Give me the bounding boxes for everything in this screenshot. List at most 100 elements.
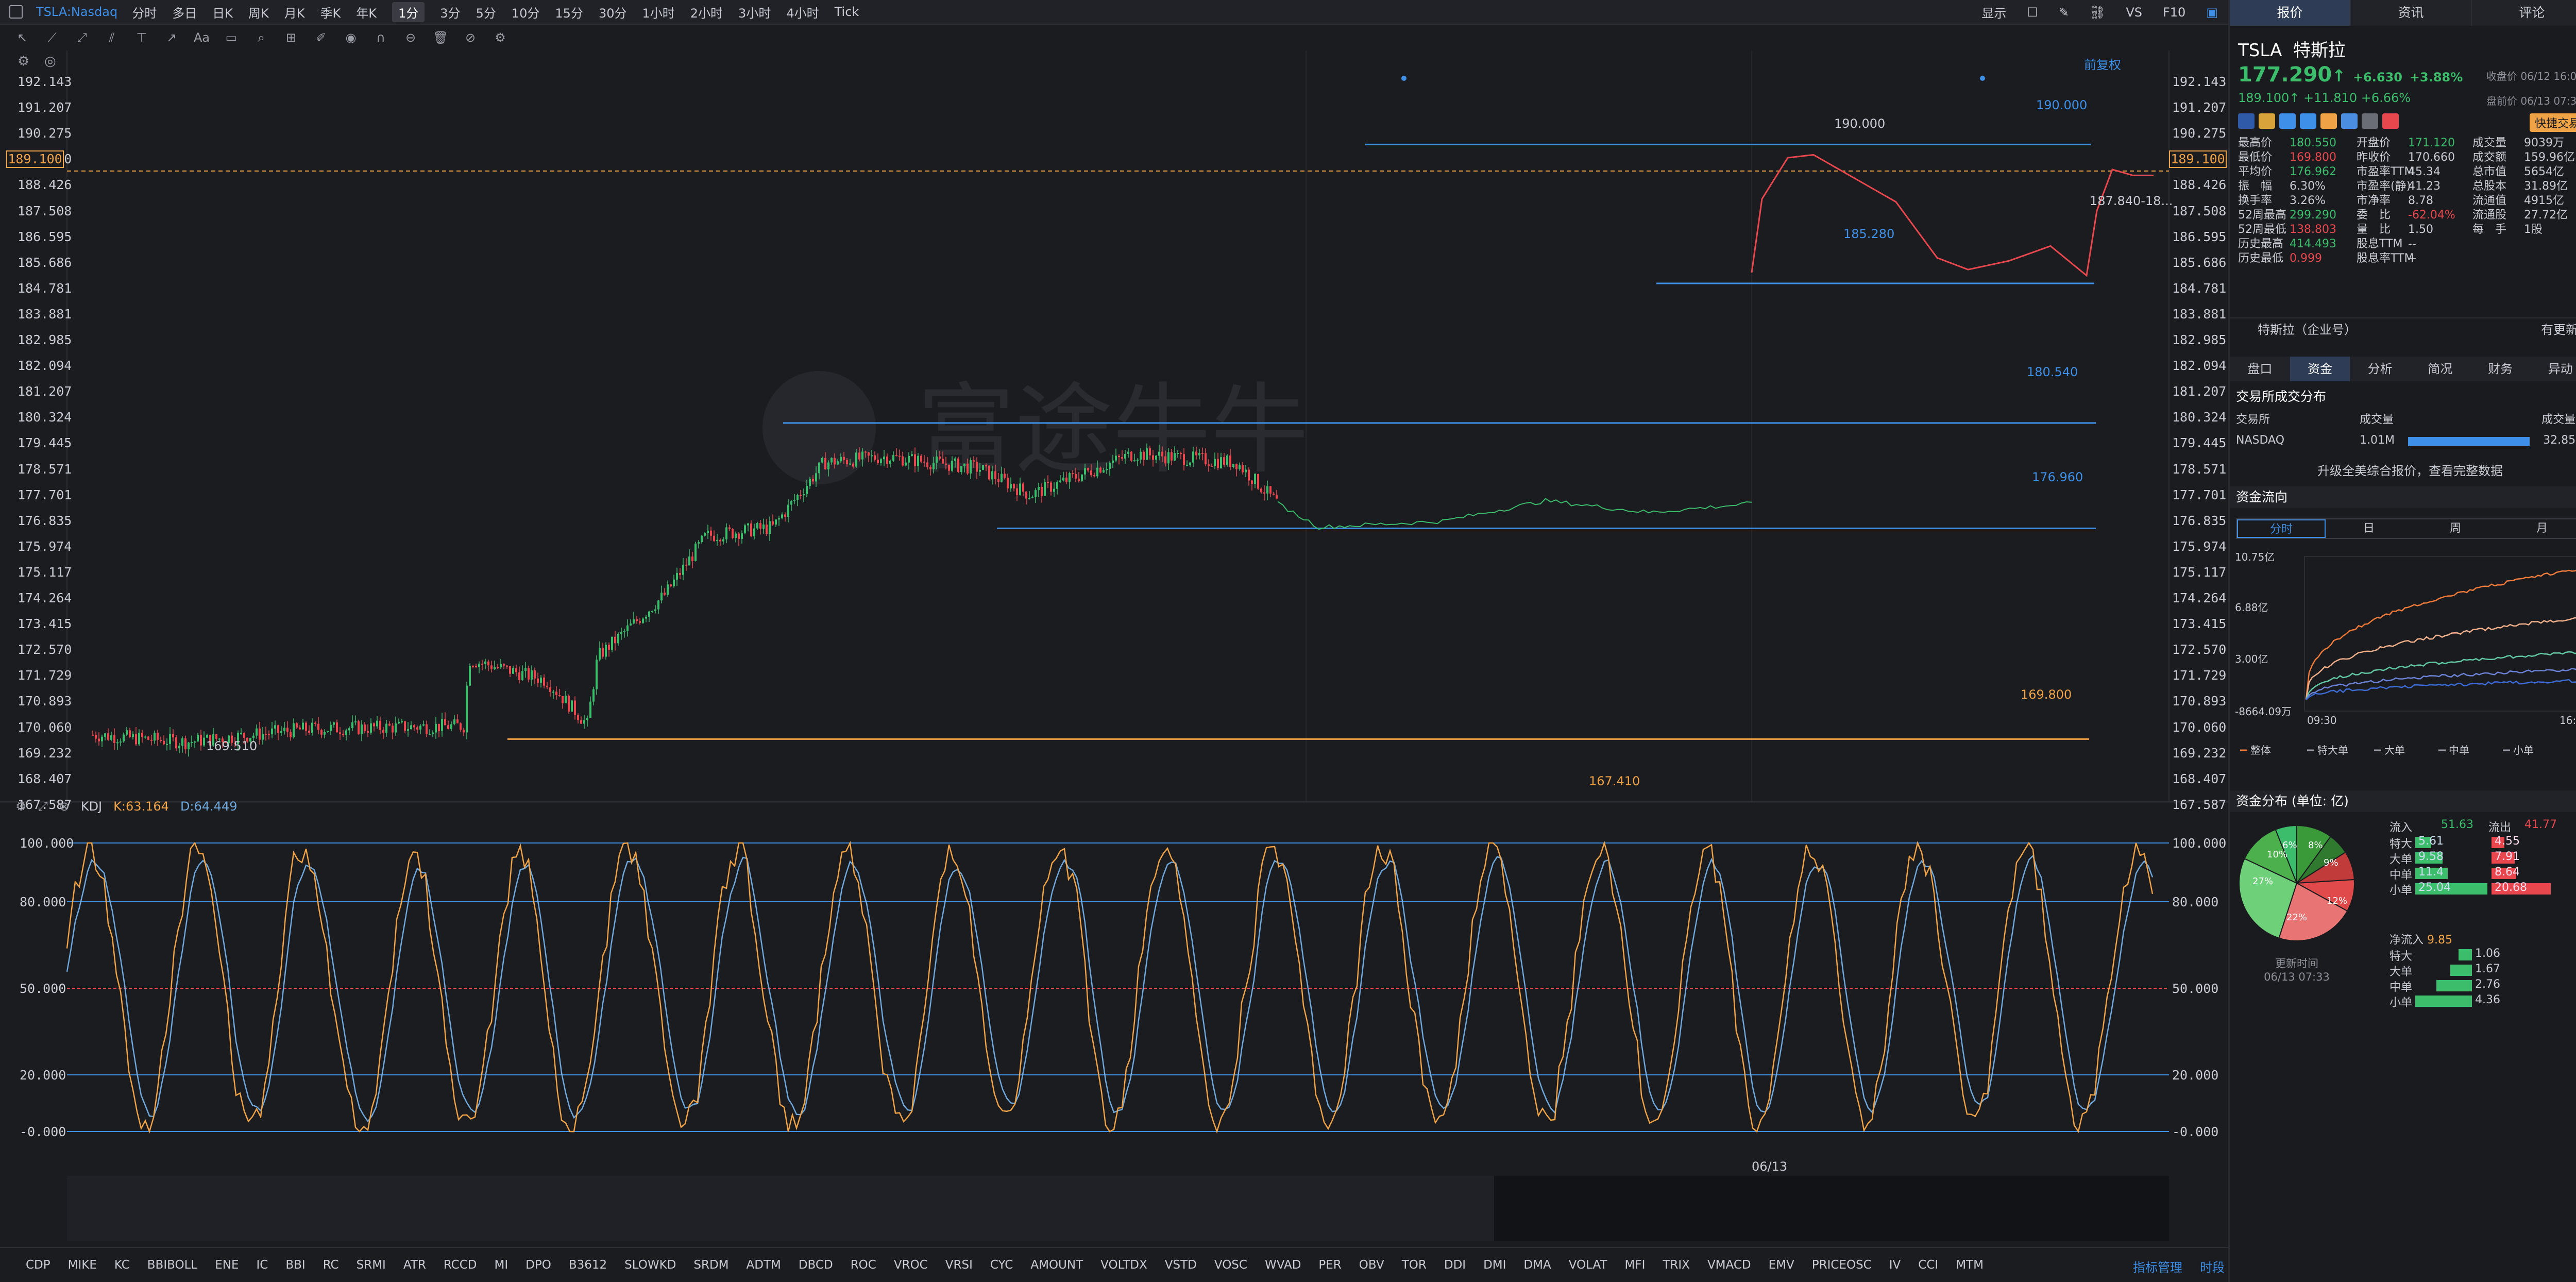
indicator-adtm[interactable]: ADTM (747, 1258, 781, 1272)
indicator-bbiboll[interactable]: BBIBOLL (147, 1258, 197, 1272)
flow-tab-day[interactable]: 日 (2326, 519, 2412, 538)
tf-fenshi[interactable]: 分时 (132, 3, 157, 21)
measure-icon[interactable]: ⊞ (283, 30, 299, 45)
indicator-cci[interactable]: CCI (1918, 1258, 1938, 1272)
indicator-amount[interactable]: AMOUNT (1030, 1258, 1083, 1272)
indicator-srdm[interactable]: SRDM (693, 1258, 728, 1272)
trend-tool-icon[interactable]: ⤢ (74, 30, 90, 45)
indicator-cyc[interactable]: CYC (990, 1258, 1013, 1272)
link-icon[interactable]: ⛓ (2090, 5, 2105, 20)
settings-icon[interactable]: ⚙ (493, 30, 508, 45)
indicator-per[interactable]: PER (1318, 1258, 1341, 1272)
vs-button[interactable]: VS (2126, 5, 2142, 20)
subtab-financials[interactable]: 财务 (2470, 357, 2531, 381)
tf-1min[interactable]: 1分 (392, 2, 425, 22)
indicator-ddi[interactable]: DDI (1444, 1258, 1466, 1272)
tf-5min[interactable]: 5分 (476, 3, 496, 21)
indicator-wvad[interactable]: WVAD (1265, 1258, 1301, 1272)
indicator-emv[interactable]: EMV (1769, 1258, 1794, 1272)
tf-15min[interactable]: 15分 (555, 3, 583, 21)
indicator-obv[interactable]: OBV (1359, 1258, 1384, 1272)
channel-tool-icon[interactable]: ⫽ (104, 30, 120, 45)
indicator-rc[interactable]: RC (323, 1258, 339, 1272)
tf-1h[interactable]: 1小时 (642, 3, 674, 21)
comment-icon[interactable]: ▭ (224, 30, 239, 45)
tf-30min[interactable]: 30分 (599, 3, 627, 21)
session-button[interactable]: 时段 (2200, 1257, 2225, 1275)
search-icon[interactable]: ⌕ (253, 30, 269, 45)
adjust-toggle[interactable]: 前复权 (2084, 55, 2121, 73)
indicator-roc[interactable]: ROC (851, 1258, 876, 1272)
tf-week[interactable]: 周K (248, 3, 269, 21)
kdj-title[interactable]: KDJ (81, 799, 102, 814)
indicator-mfi[interactable]: MFI (1625, 1258, 1646, 1272)
tf-10min[interactable]: 10分 (512, 3, 540, 21)
text-tool-icon[interactable]: Aa (194, 30, 210, 45)
tab-comments[interactable]: 评论 (2472, 0, 2576, 26)
indicator-vroc[interactable]: VROC (894, 1258, 928, 1272)
flow-tab-week[interactable]: 周 (2412, 519, 2499, 538)
subtab-movers[interactable]: 异动 (2530, 357, 2576, 381)
lock-icon[interactable]: ⊖ (403, 30, 418, 45)
indicator-mi[interactable]: MI (494, 1258, 508, 1272)
tf-3min[interactable]: 3分 (440, 3, 460, 21)
indicator-vmacd[interactable]: VMACD (1707, 1258, 1751, 1272)
tf-month[interactable]: 月K (284, 3, 305, 21)
indicator-ene[interactable]: ENE (215, 1258, 239, 1272)
indicator-mike[interactable]: MIKE (68, 1258, 97, 1272)
pen-icon[interactable]: ✎ (2059, 5, 2069, 20)
tf-multiday[interactable]: 多日 (172, 3, 197, 21)
indicator-atr[interactable]: ATR (403, 1258, 426, 1272)
tab-news[interactable]: 资讯 (2351, 0, 2472, 26)
time-navigator[interactable] (67, 1176, 2169, 1241)
indicator-priceosc[interactable]: PRICEOSC (1812, 1258, 1872, 1272)
indicator-ic[interactable]: IC (257, 1258, 268, 1272)
fib-tool-icon[interactable]: ⊤ (134, 30, 149, 45)
flow-tab-intraday[interactable]: 分时 (2237, 519, 2326, 538)
tab-quote[interactable]: 报价 (2230, 0, 2351, 26)
arrow-tool-icon[interactable]: ↗ (164, 30, 179, 45)
display-menu[interactable]: 显示 (1981, 3, 2006, 21)
indicator-b3612[interactable]: B3612 (569, 1258, 607, 1272)
upgrade-notice[interactable]: 升级全美综合报价，查看完整数据 (2230, 461, 2576, 479)
indicator-vrsi[interactable]: VRSI (945, 1258, 973, 1272)
indicator-voltdx[interactable]: VOLTDX (1100, 1258, 1147, 1272)
indicator-vstd[interactable]: VSTD (1165, 1258, 1197, 1272)
indicator-tor[interactable]: TOR (1402, 1258, 1427, 1272)
price-chart[interactable]: 富途牛牛 (0, 50, 2228, 803)
quick-trade-button[interactable]: 快捷交易 (2529, 113, 2576, 132)
indicator-dbcd[interactable]: DBCD (799, 1258, 833, 1272)
tf-quarter[interactable]: 季K (320, 3, 341, 21)
indicator-volat[interactable]: VOLAT (1569, 1258, 1607, 1272)
indicator-rccd[interactable]: RCCD (444, 1258, 477, 1272)
trash-icon[interactable]: 🗑 (433, 30, 448, 45)
kdj-chart[interactable] (0, 816, 2228, 1156)
brush-icon[interactable]: ✐ (313, 30, 329, 45)
magnet-icon[interactable]: ∩ (373, 30, 388, 45)
subtab-profile[interactable]: 简况 (2410, 357, 2470, 381)
indicator-kc[interactable]: KC (114, 1258, 130, 1272)
indicator-cdp[interactable]: CDP (26, 1258, 50, 1272)
indicator-mtm[interactable]: MTM (1956, 1258, 1984, 1272)
indicator-dma[interactable]: DMA (1523, 1258, 1551, 1272)
subtab-analysis[interactable]: 分析 (2350, 357, 2410, 381)
tf-2h[interactable]: 2小时 (690, 3, 723, 21)
subtab-funds[interactable]: 资金 (2290, 357, 2350, 381)
indicator-dmi[interactable]: DMI (1483, 1258, 1506, 1272)
indicator-trix[interactable]: TRIX (1663, 1258, 1690, 1272)
flow-tab-month[interactable]: 月 (2499, 519, 2576, 538)
indicator-bbi[interactable]: BBI (285, 1258, 305, 1272)
indicator-slowkd[interactable]: SLOWKD (624, 1258, 676, 1272)
eye-icon[interactable]: ◉ (343, 30, 359, 45)
hide-icon[interactable]: ⊘ (463, 30, 478, 45)
tf-day[interactable]: 日K (212, 3, 233, 21)
tf-4h[interactable]: 4小时 (786, 3, 819, 21)
indicator-srmi[interactable]: SRMI (357, 1258, 386, 1272)
indicator-manage[interactable]: 指标管理 (2133, 1257, 2182, 1275)
heart-icon[interactable] (2382, 113, 2399, 129)
company-row[interactable]: 特斯拉（企业号） 有更新 (2230, 317, 2576, 340)
indicator-dpo[interactable]: DPO (526, 1258, 551, 1272)
subtab-orderbook[interactable]: 盘口 (2230, 357, 2290, 381)
checkbox-icon[interactable]: ☐ (2027, 5, 2038, 20)
indicator-iv[interactable]: IV (1889, 1258, 1901, 1272)
